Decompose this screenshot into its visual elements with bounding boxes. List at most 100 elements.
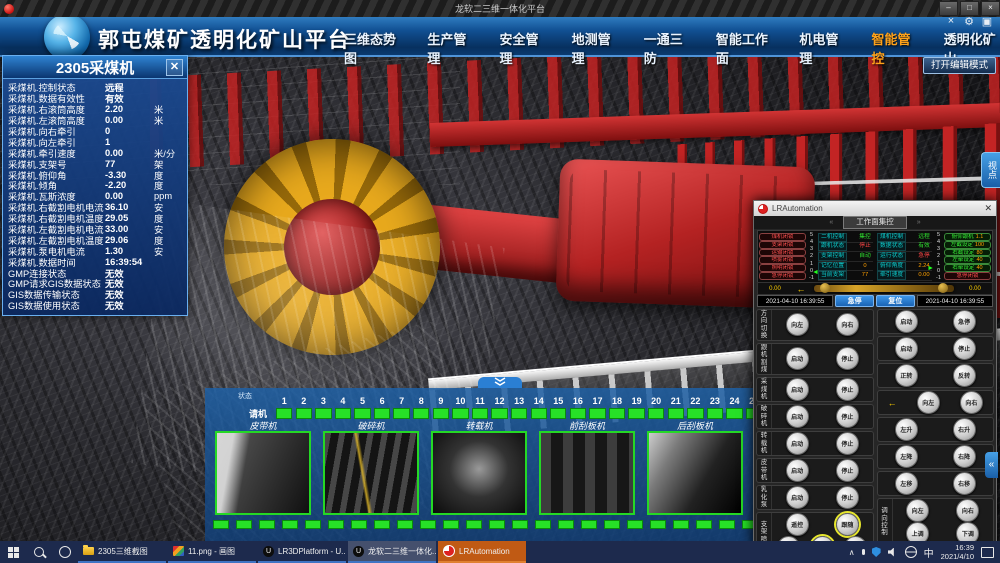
setting-button[interactable]: 右牵设定40 (944, 264, 991, 272)
lock-button[interactable]: 照明闭锁 (759, 264, 806, 272)
microphone-icon[interactable] (862, 549, 865, 555)
hidden-icons-chevron-icon[interactable]: ∧ (849, 548, 855, 557)
support-status-block[interactable] (570, 408, 586, 419)
control-button[interactable]: 右降 (953, 445, 976, 468)
notification-center-icon[interactable] (981, 547, 994, 558)
control-button[interactable]: 右升 (953, 418, 976, 441)
camera-thumbnail[interactable] (323, 431, 419, 515)
support-status-block[interactable] (707, 408, 723, 419)
control-button[interactable]: 停止 (836, 405, 859, 428)
control-button[interactable]: 正转 (895, 364, 918, 387)
control-button[interactable]: 停止 (836, 486, 859, 509)
lock-button[interactable]: 支架闭锁 (759, 241, 806, 249)
control-button[interactable]: 启动 (895, 310, 918, 333)
control-button[interactable]: 向右 (960, 391, 983, 414)
taskbar-task[interactable]: U龙软二三维一体化... (348, 541, 436, 563)
support-status-block[interactable] (452, 408, 468, 419)
maximize-button[interactable]: □ (960, 1, 979, 16)
control-button[interactable]: 启动 (786, 459, 809, 482)
nav-item[interactable]: 地测管理 (572, 29, 617, 67)
camera-feed[interactable]: 转载机 (431, 419, 527, 515)
control-button[interactable]: 向左 (917, 391, 940, 414)
control-button[interactable]: 反转 (953, 364, 976, 387)
control-button[interactable]: 向右 (956, 499, 979, 522)
support-status-block[interactable] (726, 408, 742, 419)
control-button[interactable]: 启动 (786, 347, 809, 370)
support-status-block[interactable] (393, 408, 409, 419)
ime-indicator[interactable]: 中 (924, 545, 934, 560)
lock-button[interactable]: 急停闭锁 (759, 272, 806, 280)
search-button[interactable] (26, 541, 52, 563)
setting-button[interactable]: 左截设定100 (944, 241, 991, 249)
cortana-button[interactable] (52, 541, 78, 563)
estop-lock-button[interactable]: 急停闭锁 (944, 272, 991, 280)
nav-item[interactable]: 三维态势图 (344, 29, 400, 67)
support-status-block[interactable] (335, 408, 351, 419)
side-collapse-icon[interactable]: « (985, 452, 998, 478)
control-button[interactable]: 跟随 (836, 513, 859, 536)
support-status-block[interactable] (296, 408, 312, 419)
nav-item[interactable]: 安全管理 (500, 29, 545, 67)
viewpoint-tab[interactable]: 视点 (981, 152, 1000, 188)
nav-item[interactable]: 一通三防 (644, 29, 689, 67)
open-edit-mode-button[interactable]: 打开编辑模式 (923, 57, 996, 74)
lock-button[interactable]: 喷雾闭锁 (759, 256, 806, 264)
support-status-block[interactable] (668, 408, 684, 419)
control-button[interactable]: 停止 (836, 378, 859, 401)
taskbar-task[interactable]: 11.png - 画图 (168, 541, 256, 563)
camera-feed[interactable]: 皮带机 (215, 419, 311, 515)
nav-item[interactable]: 智能管控 (871, 29, 916, 67)
camera-thumbnail[interactable] (431, 431, 527, 515)
volume-icon[interactable] (888, 548, 898, 557)
support-status-block[interactable] (687, 408, 703, 419)
taskbar-task[interactable]: ULR3DPlatform - U... (258, 541, 346, 563)
lock-button[interactable]: 煤机闭锁 (759, 233, 806, 241)
support-status-block[interactable] (354, 408, 370, 419)
support-status-block[interactable] (315, 408, 331, 419)
control-button[interactable]: 停止 (836, 432, 859, 455)
support-status-block[interactable] (472, 408, 488, 419)
lock-button[interactable]: 运输闭锁 (759, 249, 806, 257)
support-status-block[interactable] (531, 408, 547, 419)
camera-thumbnail[interactable] (539, 431, 635, 515)
control-button[interactable]: 急停 (953, 310, 976, 333)
control-button[interactable]: 遥控 (786, 513, 809, 536)
control-button[interactable]: 启动 (786, 432, 809, 455)
lrautomation-close-icon[interactable]: ✕ (984, 203, 992, 214)
nav-item[interactable]: 智能工作面 (716, 29, 772, 67)
support-status-block[interactable] (491, 408, 507, 419)
clock[interactable]: 16:39 2021/4/10 (941, 543, 974, 562)
support-status-block[interactable] (433, 408, 449, 419)
control-button[interactable]: 启动 (786, 378, 809, 401)
camera-feed[interactable]: 后刮板机 (647, 419, 743, 515)
control-button[interactable]: 停止 (836, 347, 859, 370)
control-button[interactable]: 右移 (953, 472, 976, 495)
panel-collapse-chevron-icon[interactable] (478, 377, 522, 388)
control-button[interactable]: 停止 (836, 459, 859, 482)
control-button[interactable]: 左升 (895, 418, 918, 441)
setting-button[interactable]: 俯仰跟机1.1 (944, 233, 991, 241)
support-status-block[interactable] (648, 408, 664, 419)
support-status-block[interactable] (413, 408, 429, 419)
tab-scroll-right-icon[interactable]: » (917, 219, 921, 226)
minimize-button[interactable]: – (939, 1, 958, 16)
control-button[interactable]: 向左 (786, 313, 809, 336)
camera-feed[interactable]: 前刮板机 (539, 419, 635, 515)
control-button[interactable]: 左移 (895, 472, 918, 495)
support-status-block[interactable] (609, 408, 625, 419)
camera-thumbnail[interactable] (647, 431, 743, 515)
control-button[interactable]: 向右 (836, 313, 859, 336)
start-button[interactable] (0, 541, 26, 563)
taskbar-task[interactable]: 2305三维截图 (78, 541, 166, 563)
tab-face-control[interactable]: 工作面集控 (843, 216, 907, 229)
support-status-block[interactable] (276, 408, 292, 419)
nav-item[interactable]: 机电管理 (799, 29, 844, 67)
estop-button[interactable]: 急停 (835, 295, 874, 307)
control-button[interactable]: 向左 (906, 499, 929, 522)
control-button[interactable]: 启动 (786, 405, 809, 428)
support-status-block[interactable] (628, 408, 644, 419)
control-button[interactable]: 停止 (953, 337, 976, 360)
reset-button[interactable]: 复位 (876, 295, 915, 307)
control-button[interactable]: 启动 (786, 486, 809, 509)
panel-close-icon[interactable]: ✕ (166, 59, 183, 76)
